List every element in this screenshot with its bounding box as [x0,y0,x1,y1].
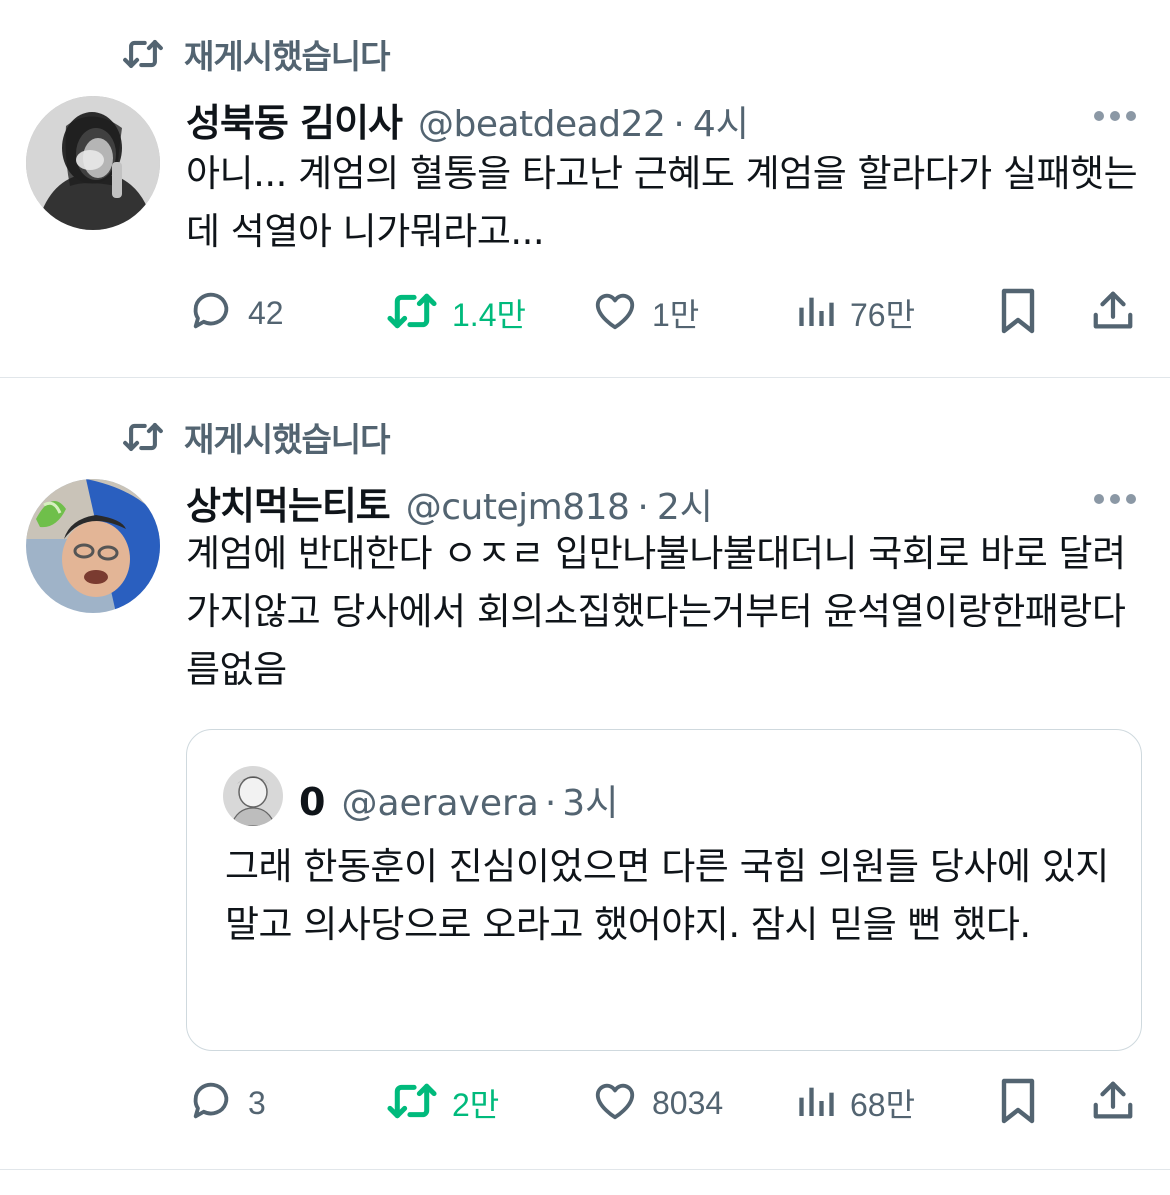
reply-count: 42 [248,294,284,331]
tweet-header: 성북동 김이사 @beatdead22 · 4시 [186,92,749,145]
repost-icon [122,420,164,454]
heart-icon [592,1078,638,1128]
timestamp[interactable]: 4시 [693,95,749,147]
tweet-card[interactable]: 재게시했습니다 상치먹는티토 @cutejm818 · 2시 계엄에 반대한다 … [0,378,1170,1170]
reply-count: 3 [248,1084,266,1121]
repost-count: 2만 [452,1087,500,1123]
views-icon [796,291,836,335]
repost-count: 1.4만 [452,297,526,333]
like-count: 1만 [652,297,700,333]
separator-dot: · [673,104,685,145]
more-icon[interactable] [1094,493,1136,505]
quoted-header: 0 @aeravera · 3시 [299,774,618,826]
reply-button[interactable]: 3 [188,1078,266,1128]
heart-icon [592,288,638,338]
bookmark-icon [998,286,1038,340]
display-name[interactable]: 성북동 김이사 [186,92,403,147]
more-icon[interactable] [1094,110,1136,122]
quoted-tweet[interactable]: 0 @aeravera · 3시 그래 한동훈이 진심이었으면 다른 국힘 의원… [186,729,1142,1051]
separator-dot: · [637,487,649,528]
tweet-card[interactable]: 재게시했습니다 성북동 김이사 @beatdead22 · 4시 아니... 계… [0,0,1170,378]
share-button[interactable] [1090,288,1136,338]
separator-dot: · [544,783,557,824]
repost-button[interactable]: 1.4만 [386,288,526,338]
quoted-timestamp[interactable]: 3시 [562,774,618,826]
view-count: 76만 [850,297,916,333]
quoted-text: 그래 한동훈이 진심이었으면 다른 국힘 의원들 당사에 있지 말고 의사당으로… [225,845,1109,946]
like-button[interactable]: 1만 [592,288,699,338]
display-name[interactable]: 상치먹는티토 [186,475,391,530]
bookmark-button[interactable] [998,288,1038,338]
timestamp[interactable]: 2시 [657,478,713,530]
quoted-user-handle[interactable]: @aeravera [341,783,538,824]
user-handle[interactable]: @beatdead22 [418,104,666,145]
views-button[interactable]: 76만 [796,288,915,338]
views-button[interactable]: 68만 [796,1078,915,1128]
like-button[interactable]: 8034 [592,1078,723,1128]
tweet-text: 계엄에 반대한다 ㅇㅈㄹ 입만나불나불대더니 국회로 바로 달려가지않고 당사에… [186,532,1126,691]
repost-icon [122,37,164,71]
quoted-avatar[interactable] [223,766,283,826]
share-button[interactable] [1090,1078,1136,1128]
avatar[interactable] [26,479,160,613]
repost-button[interactable]: 2만 [386,1078,499,1128]
reply-icon [188,288,234,338]
repost-label[interactable]: 재게시했습니다 [184,413,391,461]
reply-button[interactable]: 42 [188,288,284,338]
bookmark-icon [998,1076,1038,1130]
repost-label[interactable]: 재게시했습니다 [184,30,391,78]
repost-indicator: 재게시했습니다 [122,413,391,461]
views-icon [796,1081,836,1125]
view-count: 68만 [850,1087,916,1123]
repost-icon [386,1080,438,1126]
quoted-display-name[interactable]: 0 [299,780,325,824]
tweet-text: 아니... 계엄의 혈통을 타고난 근혜도 계엄을 할라다가 실패햇는데 석열아… [186,152,1138,253]
repost-indicator: 재게시했습니다 [122,30,391,78]
bookmark-button[interactable] [998,1078,1038,1128]
tweet-header: 상치먹는티토 @cutejm818 · 2시 [186,475,713,528]
action-bar: 3 2만 8034 68만 [186,1078,1146,1128]
share-icon [1090,288,1136,338]
repost-icon [386,290,438,336]
like-count: 8034 [652,1084,724,1121]
reply-icon [188,1078,234,1128]
share-icon [1090,1078,1136,1128]
action-bar: 42 1.4만 1만 76만 [186,288,1146,338]
user-handle[interactable]: @cutejm818 [406,487,630,528]
avatar[interactable] [26,96,160,230]
